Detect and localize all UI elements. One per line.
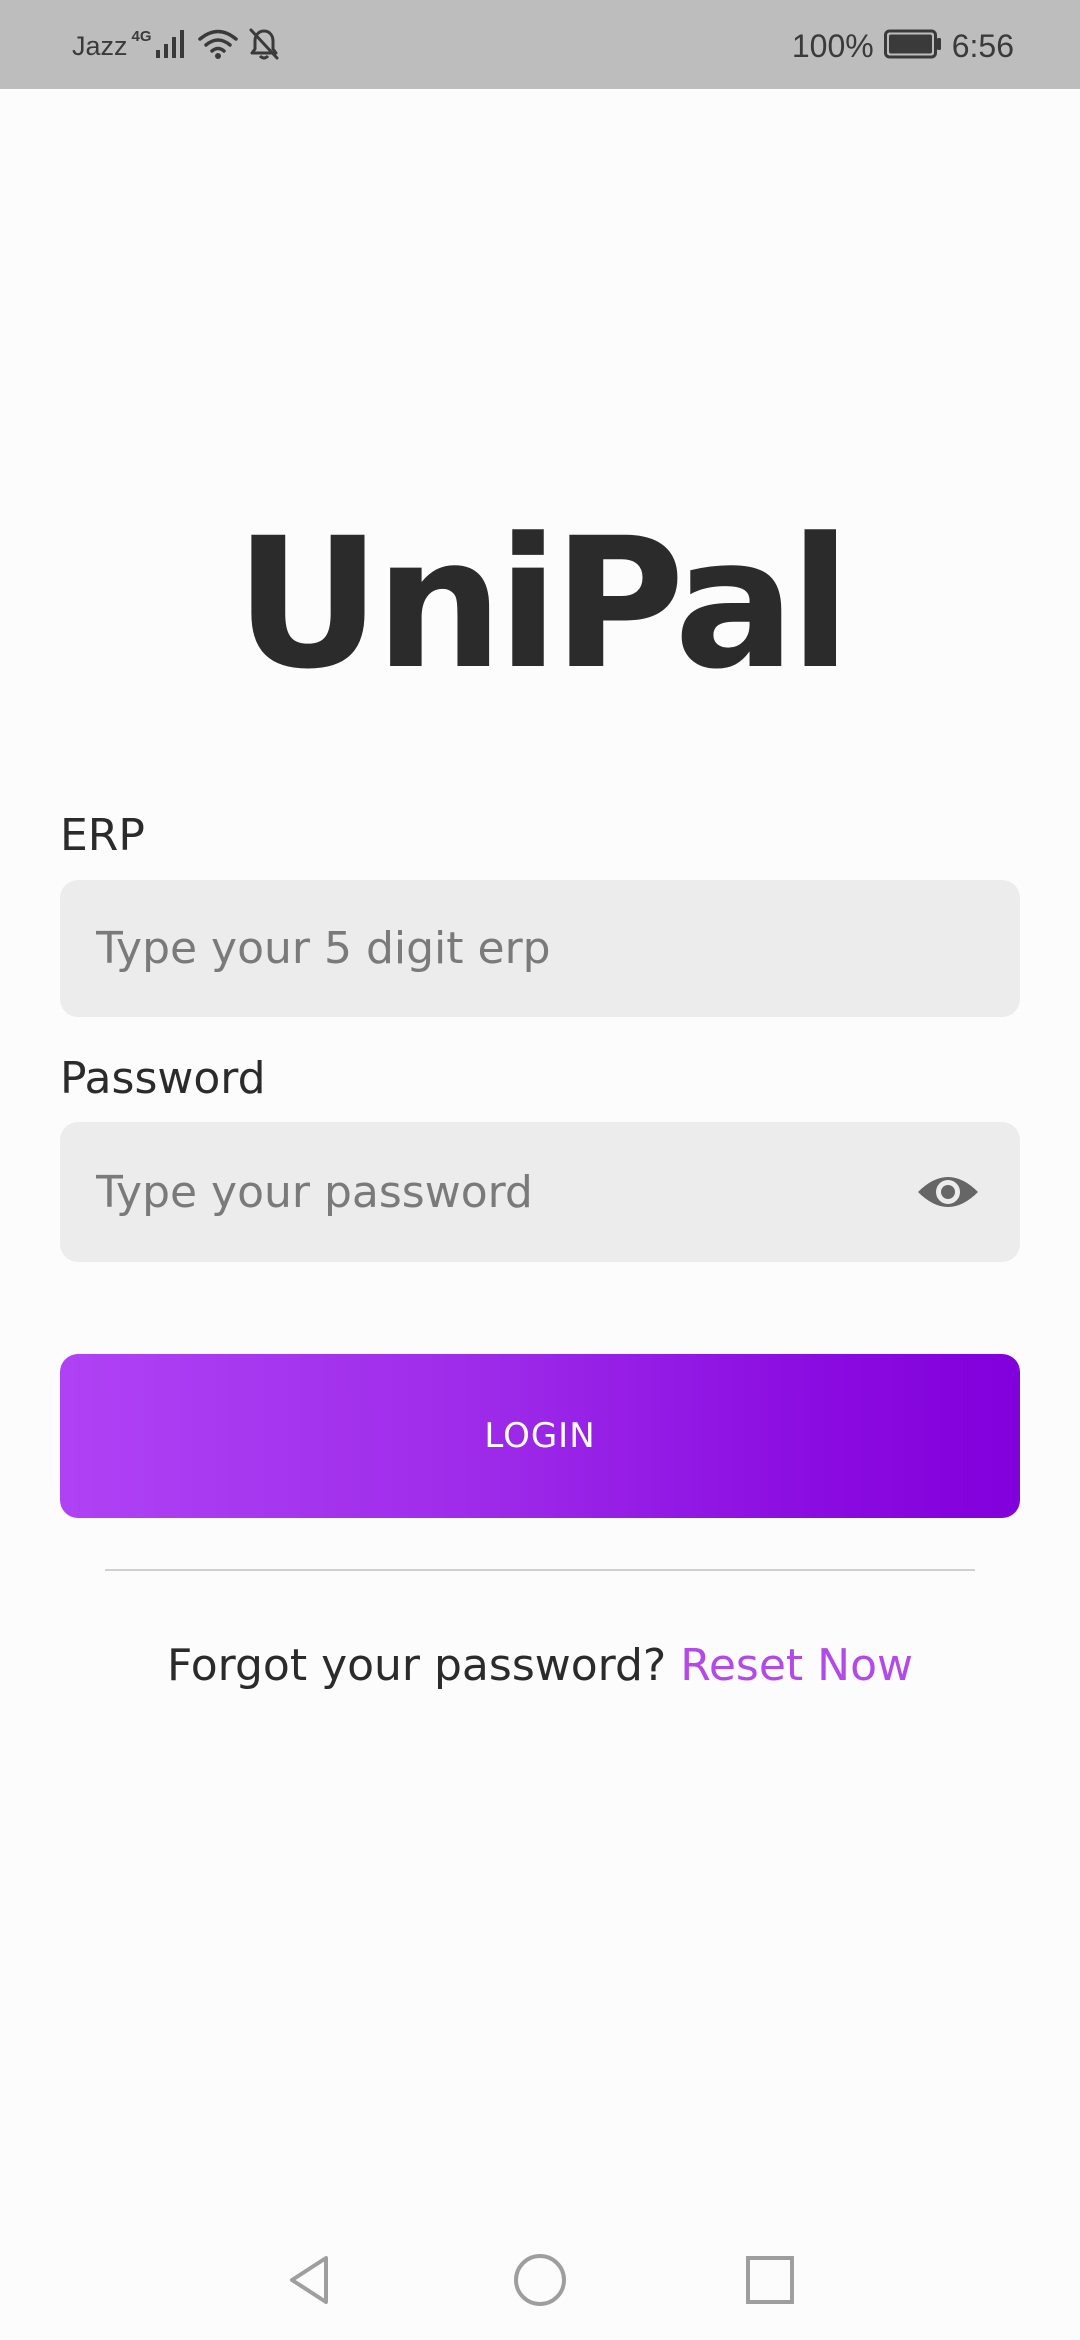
reset-now-link[interactable]: Reset Now	[680, 1640, 913, 1691]
status-right: 100% 6:56	[792, 26, 1014, 66]
login-screen: Jazz 4G 100% 6:56 UniPal ERP Type your 5…	[0, 0, 1080, 2340]
password-field-container	[60, 1122, 1020, 1262]
status-left: Jazz 4G	[72, 26, 280, 66]
forgot-password-row: Forgot your password? Reset Now	[0, 1640, 1080, 1691]
navigation-bar	[0, 2220, 1080, 2340]
carrier-name: Jazz	[72, 30, 128, 61]
recents-icon[interactable]	[740, 2250, 800, 2310]
network-type: 4G	[131, 27, 152, 45]
battery-percent: 100%	[791, 27, 874, 64]
home-icon[interactable]	[510, 2250, 570, 2310]
bell-muted-icon	[248, 27, 280, 65]
battery-icon	[883, 29, 942, 63]
clock: 6:56	[951, 27, 1014, 64]
eye-icon[interactable]	[916, 1170, 980, 1214]
password-input[interactable]	[96, 1122, 916, 1262]
signal-icon	[154, 28, 188, 64]
wifi-icon	[197, 28, 238, 64]
password-label: Password	[60, 1053, 266, 1104]
back-icon[interactable]	[280, 2250, 340, 2310]
erp-field-container	[60, 880, 1020, 1017]
divider	[105, 1569, 975, 1571]
login-button[interactable]: LOGIN	[60, 1354, 1020, 1518]
app-title: UniPal	[234, 500, 851, 709]
erp-label: ERP	[60, 810, 145, 861]
forgot-password-text: Forgot your password?	[167, 1640, 667, 1691]
status-bar: Jazz 4G 100% 6:56	[0, 0, 1080, 89]
erp-input[interactable]	[96, 880, 916, 1017]
